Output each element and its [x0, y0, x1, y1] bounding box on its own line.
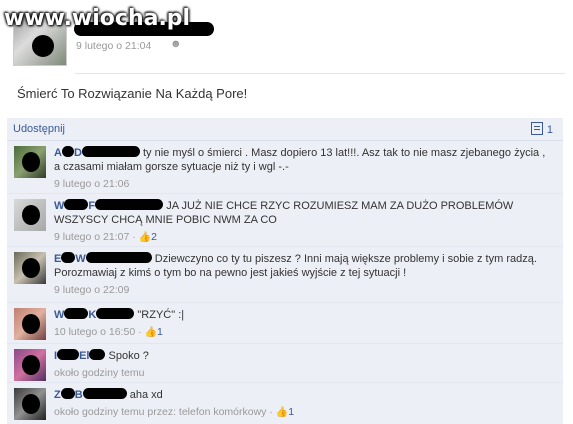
commenter-avatar[interactable] [14, 308, 46, 340]
redaction-mark [32, 35, 54, 57]
redaction-mark [60, 388, 75, 399]
comment-item: ZB aha xd około godziny temu przez: tele… [7, 383, 563, 424]
redaction-mark [61, 146, 74, 157]
commenter-name[interactable]: ZB [54, 388, 127, 401]
thumbs-up-icon: 👍 [144, 327, 157, 338]
like-count-value: 1 [156, 326, 163, 338]
comment-item: AD ty nie myśl o śmierci . Masz dopiero … [7, 141, 563, 194]
redaction-mark [61, 252, 76, 263]
commenter-avatar[interactable] [14, 388, 46, 420]
like-count-value: 1 [288, 406, 295, 418]
redaction-mark [96, 308, 135, 319]
redaction-mark [22, 394, 40, 414]
thumbs-up-icon: 👍 [138, 232, 152, 243]
comment-count-value: 1 [546, 124, 553, 136]
comment-icon [530, 122, 543, 135]
friends-icon[interactable]: ☻ [170, 38, 182, 50]
comment-item: WK "RZYĆ" :| 10 lutego o 16:50 · 👍1 [7, 303, 563, 344]
redaction-mark [22, 205, 40, 225]
comment-text: "RZYĆ" :| [137, 309, 185, 321]
redaction-mark [85, 252, 152, 263]
comment-timestamp[interactable]: 10 lutego o 16:50 [54, 326, 135, 338]
redaction-mark [82, 388, 127, 399]
like-count[interactable]: 👍2 [139, 231, 157, 243]
comment-item: EW Dziewczyno co ty tu piszesz ? Inni ma… [7, 247, 563, 303]
like-count[interactable]: 👍1 [145, 326, 163, 338]
comments-section: Udostępnij 1 AD ty nie myśl o śmierci . … [7, 118, 563, 424]
redaction-mark [22, 355, 40, 375]
commenter-avatar[interactable] [14, 146, 46, 178]
share-link[interactable]: Udostępnij [13, 123, 65, 135]
watermark: www.wiocha.pl [4, 6, 191, 31]
redaction-mark [81, 146, 140, 157]
comment-text: Spoko ? [108, 350, 149, 362]
comment-timestamp[interactable]: około godziny temu przez: telefon komórk… [54, 406, 266, 418]
redaction-mark [57, 349, 80, 360]
comment-count[interactable]: 1 [530, 122, 553, 136]
status-text: Śmierć To Rozwiązanie Na Każdą Pore! [17, 86, 248, 101]
redaction-mark [64, 199, 89, 210]
commenter-name[interactable]: WK [54, 308, 135, 321]
comment-timestamp[interactable]: około godziny temu [54, 367, 144, 379]
commenter-avatar[interactable] [14, 199, 46, 231]
thumbs-up-icon: 👍 [275, 407, 289, 418]
like-count[interactable]: 👍1 [276, 406, 294, 418]
commenter-name[interactable]: AD [54, 146, 140, 159]
comment-item: WF JA JUŻ NIE CHCE RZYC ROZUMIESZ MAM ZA… [7, 194, 563, 247]
redaction-mark [22, 152, 40, 172]
commenter-name[interactable]: I El [54, 349, 106, 362]
redaction-mark [22, 314, 40, 334]
divider [75, 73, 565, 74]
comment-text: aha xd [129, 389, 163, 401]
share-bar: Udostępnij 1 [7, 118, 563, 141]
redaction-mark [95, 199, 164, 210]
post-timestamp[interactable]: 9 lutego o 21:04 [76, 40, 151, 52]
redaction-mark [64, 308, 89, 319]
comment-timestamp[interactable]: 9 lutego o 21:07 [54, 231, 129, 243]
commenter-avatar[interactable] [14, 349, 46, 381]
comment-timestamp[interactable]: 9 lutego o 22:09 [54, 284, 129, 296]
comment-item: I El Spoko ? około godziny temu [7, 344, 563, 383]
redaction-mark [22, 258, 40, 278]
commenter-name[interactable]: WF [54, 199, 164, 212]
comment-timestamp[interactable]: 9 lutego o 21:06 [54, 178, 129, 190]
like-count-value: 2 [151, 231, 157, 243]
redaction-mark [89, 349, 106, 360]
commenter-name[interactable]: EW [54, 252, 152, 265]
commenter-avatar[interactable] [14, 252, 46, 284]
